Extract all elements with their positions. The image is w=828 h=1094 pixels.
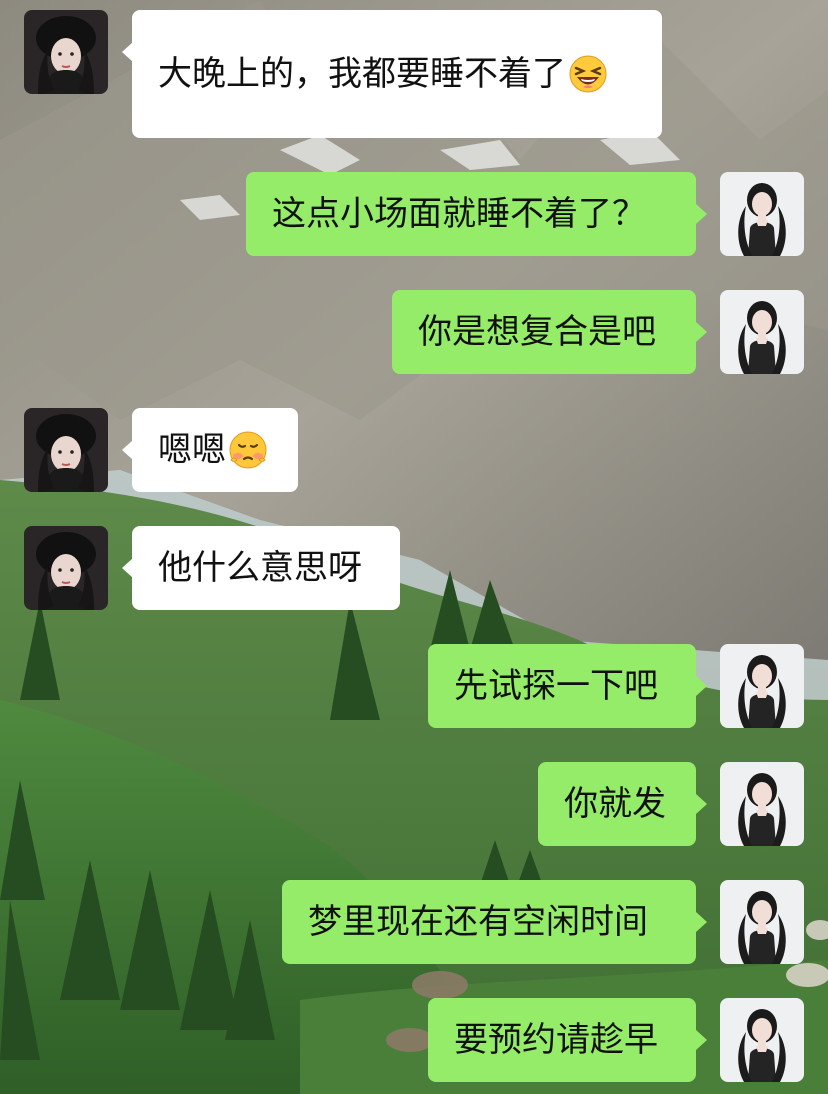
laughing-squint-emoji — [568, 54, 608, 94]
message-row: 嗯嗯 — [0, 408, 828, 492]
bubble-tail — [696, 912, 707, 932]
bubble-tail — [696, 794, 707, 814]
sent-message-bubble[interactable]: 你是想复合是吧 — [392, 290, 696, 374]
message-row: 大晚上的，我都要睡不着了 — [0, 10, 828, 138]
sent-message-bubble[interactable]: 要预约请趁早 — [428, 998, 696, 1082]
sent-message-bubble[interactable]: 你就发 — [538, 762, 696, 846]
message-row: 他什么意思呀 — [0, 526, 828, 610]
bubble-tail — [696, 322, 707, 342]
contact-avatar[interactable] — [24, 408, 108, 492]
message-text: 你是想复合是吧 — [418, 312, 656, 352]
message-row: 你是想复合是吧 — [0, 290, 828, 374]
message-text: 他什么意思呀 — [158, 548, 362, 588]
message-text: 这点小场面就睡不着了？ — [272, 194, 646, 234]
message-text: 要预约请趁早 — [454, 1020, 658, 1060]
message-text: 你就发 — [564, 784, 666, 824]
bubble-tail — [696, 204, 707, 224]
my-avatar[interactable] — [720, 762, 804, 846]
bubble-tail — [696, 676, 707, 696]
received-message-bubble[interactable]: 大晚上的，我都要睡不着了 — [132, 10, 662, 138]
contact-avatar[interactable] — [24, 10, 108, 94]
bubble-tail — [696, 1030, 707, 1050]
message-text: 嗯嗯 — [158, 430, 226, 470]
my-avatar[interactable] — [720, 290, 804, 374]
message-row: 这点小场面就睡不着了？ — [0, 172, 828, 256]
message-text: 先试探一下吧 — [454, 666, 658, 706]
contact-avatar[interactable] — [24, 526, 108, 610]
received-message-bubble[interactable]: 嗯嗯 — [132, 408, 298, 492]
sent-message-bubble[interactable]: 这点小场面就睡不着了？ — [246, 172, 696, 256]
my-avatar[interactable] — [720, 998, 804, 1082]
sent-message-bubble[interactable]: 梦里现在还有空闲时间 — [282, 880, 696, 964]
message-row: 梦里现在还有空闲时间 — [0, 880, 828, 964]
received-message-bubble[interactable]: 他什么意思呀 — [132, 526, 400, 610]
message-text: 大晚上的，我都要睡不着了 — [158, 54, 566, 94]
message-row: 先试探一下吧 — [0, 644, 828, 728]
message-row: 要预约请趁早 — [0, 998, 828, 1082]
message-text: 梦里现在还有空闲时间 — [308, 902, 648, 942]
sent-message-bubble[interactable]: 先试探一下吧 — [428, 644, 696, 728]
message-row: 你就发 — [0, 762, 828, 846]
my-avatar[interactable] — [720, 172, 804, 256]
pouting-emoji — [228, 430, 268, 470]
my-avatar[interactable] — [720, 644, 804, 728]
my-avatar[interactable] — [720, 880, 804, 964]
